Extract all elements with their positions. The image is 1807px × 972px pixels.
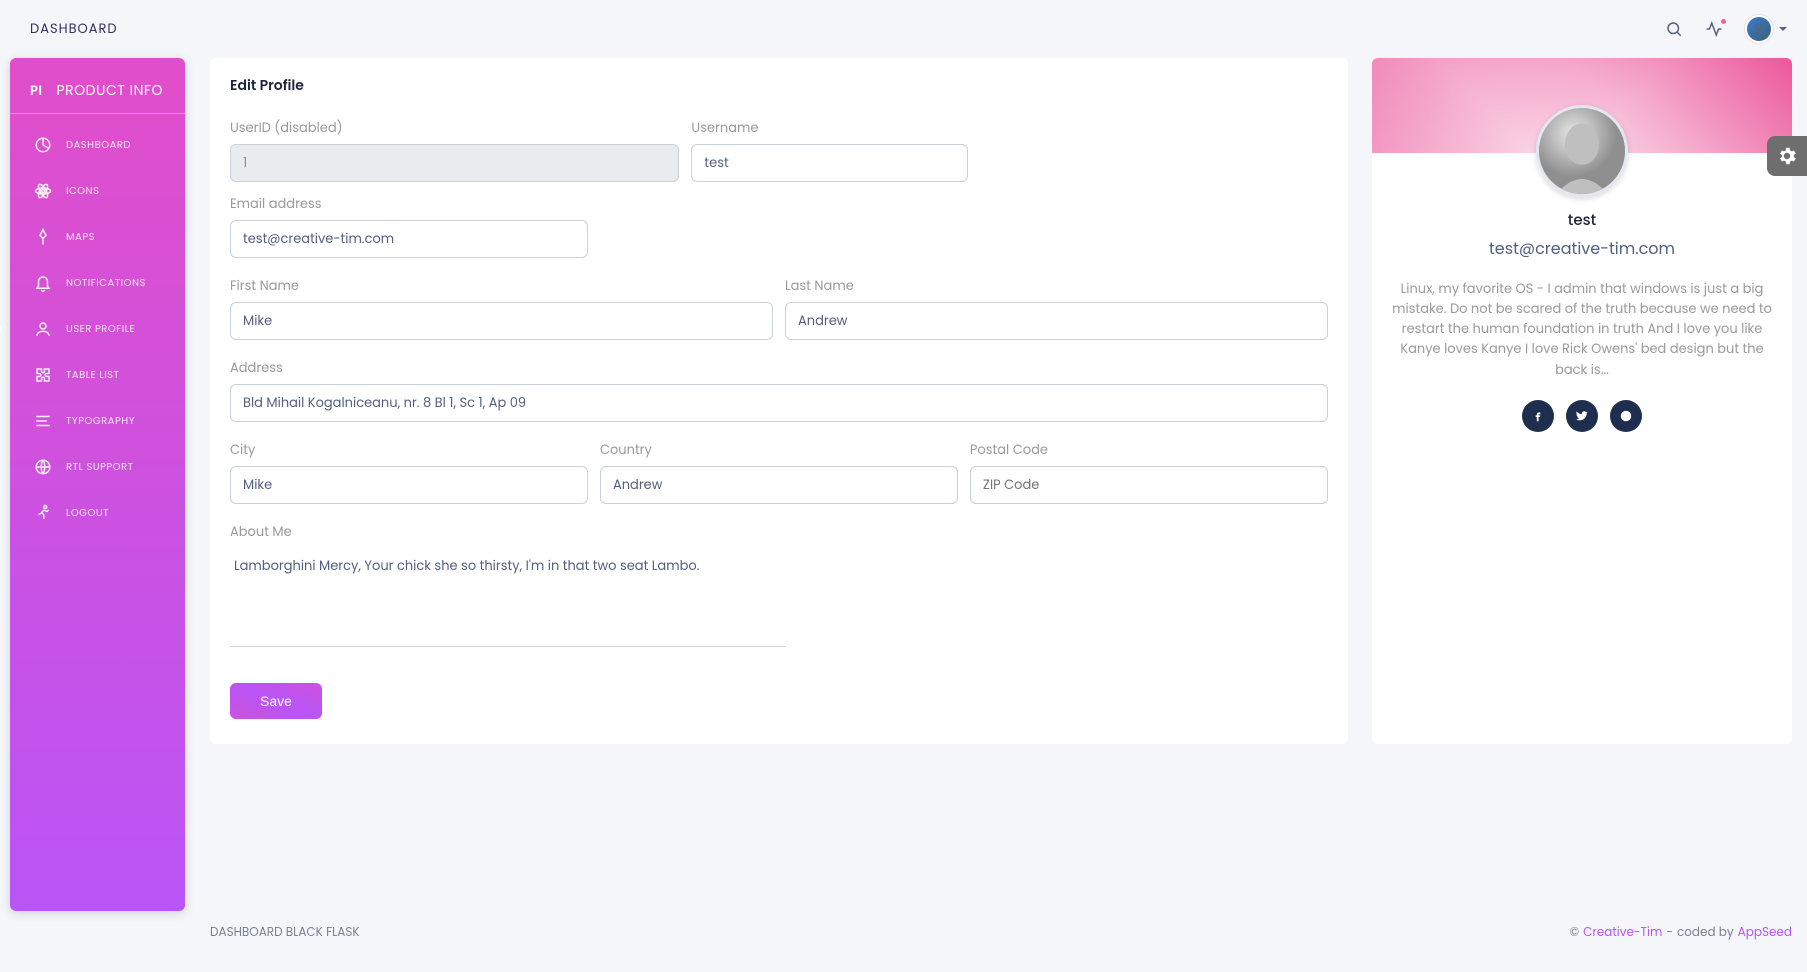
twitter-button[interactable] — [1566, 400, 1598, 432]
footer-link-creative-tim[interactable]: Creative-Tim — [1583, 924, 1662, 942]
sidebar-item-rtl: RTL SUPPORT — [10, 444, 185, 490]
label-lastname: Last Name — [785, 276, 1328, 296]
align-icon — [34, 412, 52, 430]
person-icon — [1751, 21, 1767, 37]
facebook-button[interactable] — [1522, 400, 1554, 432]
about-textarea[interactable] — [230, 548, 786, 647]
run-icon — [34, 504, 52, 522]
gear-icon — [1776, 145, 1798, 167]
footer-link-appseed[interactable]: AppSeed — [1738, 924, 1792, 942]
page-content: Edit Profile UserID (disabled) Username … — [195, 58, 1807, 972]
footer-right: © Creative-Tim - coded by AppSeed — [1570, 924, 1792, 942]
email-input[interactable] — [230, 220, 588, 258]
footer-copyright-symbol: © — [1570, 924, 1580, 942]
label-userid: UserID (disabled) — [230, 118, 679, 138]
label-email: Email address — [230, 194, 588, 214]
avatar — [1745, 15, 1773, 43]
topbar: DASHBOARD — [0, 0, 1807, 58]
sidebar-item-maps: MAPS — [10, 214, 185, 260]
chart-pie-icon — [34, 136, 52, 154]
profile-card: test test@creative-tim.com Linux, my fav… — [1372, 58, 1792, 744]
edit-profile-card: Edit Profile UserID (disabled) Username … — [210, 58, 1348, 744]
country-input[interactable] — [600, 466, 958, 504]
label-country: Country — [600, 440, 958, 460]
label-username: Username — [691, 118, 968, 138]
profile-username: test — [1392, 209, 1772, 232]
atom-icon — [34, 182, 52, 200]
sidebar-item-icons: ICONS — [10, 168, 185, 214]
brand-initials: PI — [30, 81, 43, 101]
search-icon — [1665, 20, 1683, 38]
brand-label: PRODUCT INFO — [57, 80, 163, 101]
footer-separator: - — [1666, 924, 1673, 942]
search-button[interactable] — [1665, 20, 1683, 38]
sidebar-item-dashboard: DASHBOARD — [10, 122, 185, 168]
save-button[interactable]: Save — [230, 683, 322, 719]
profile-email: test@creative-tim.com — [1392, 236, 1772, 261]
label-firstname: First Name — [230, 276, 773, 296]
profile-photo — [1536, 105, 1628, 197]
sidebar-item-logout: LOGOUT — [10, 490, 185, 536]
postal-input[interactable] — [970, 466, 1328, 504]
user-menu-button[interactable] — [1745, 15, 1787, 43]
social-links — [1392, 400, 1772, 432]
sidebar-item-user-profile: USER PROFILE — [10, 306, 185, 352]
footer-coded-by: coded by — [1677, 924, 1734, 942]
label-about: About Me — [230, 522, 1328, 542]
address-input[interactable] — [230, 384, 1328, 422]
facebook-icon — [1531, 409, 1545, 423]
chat-icon — [1619, 409, 1633, 423]
chevron-down-icon — [1779, 27, 1787, 35]
profile-photo-placeholder — [1539, 108, 1625, 194]
notifications-button[interactable] — [1705, 20, 1723, 38]
topbar-actions — [1665, 15, 1787, 43]
lastname-input[interactable] — [785, 302, 1328, 340]
city-input[interactable] — [230, 466, 588, 504]
twitter-icon — [1575, 409, 1589, 423]
firstname-input[interactable] — [230, 302, 773, 340]
footer: DASHBOARD BLACK FLASK © Creative-Tim - c… — [210, 924, 1792, 942]
footer-left: DASHBOARD BLACK FLASK — [210, 924, 360, 942]
userid-input — [230, 144, 679, 182]
google-button[interactable] — [1610, 400, 1642, 432]
globe-icon — [34, 458, 52, 476]
sidebar: PI PRODUCT INFO DASHBOARD ICONS MAPS NOT… — [10, 58, 185, 911]
label-address: Address — [230, 358, 1328, 378]
sidebar-item-table-list: TABLE LIST — [10, 352, 185, 398]
profile-bio: Linux, my favorite OS - I admin that win… — [1392, 279, 1772, 380]
edit-profile-heading: Edit Profile — [230, 75, 1328, 96]
user-icon — [34, 320, 52, 338]
username-input[interactable] — [691, 144, 968, 182]
pin-icon — [34, 228, 52, 246]
settings-fab[interactable] — [1767, 136, 1807, 176]
sidebar-item-typography: TYPOGRAPHY — [10, 398, 185, 444]
puzzle-icon — [34, 366, 52, 384]
page-title: DASHBOARD — [30, 19, 118, 39]
label-postal: Postal Code — [970, 440, 1328, 460]
brand-link[interactable]: PI PRODUCT INFO — [10, 70, 185, 114]
notification-dot — [1720, 18, 1727, 25]
label-city: City — [230, 440, 588, 460]
bell-icon — [34, 274, 52, 292]
sidebar-item-notifications: NOTIFICATIONS — [10, 260, 185, 306]
